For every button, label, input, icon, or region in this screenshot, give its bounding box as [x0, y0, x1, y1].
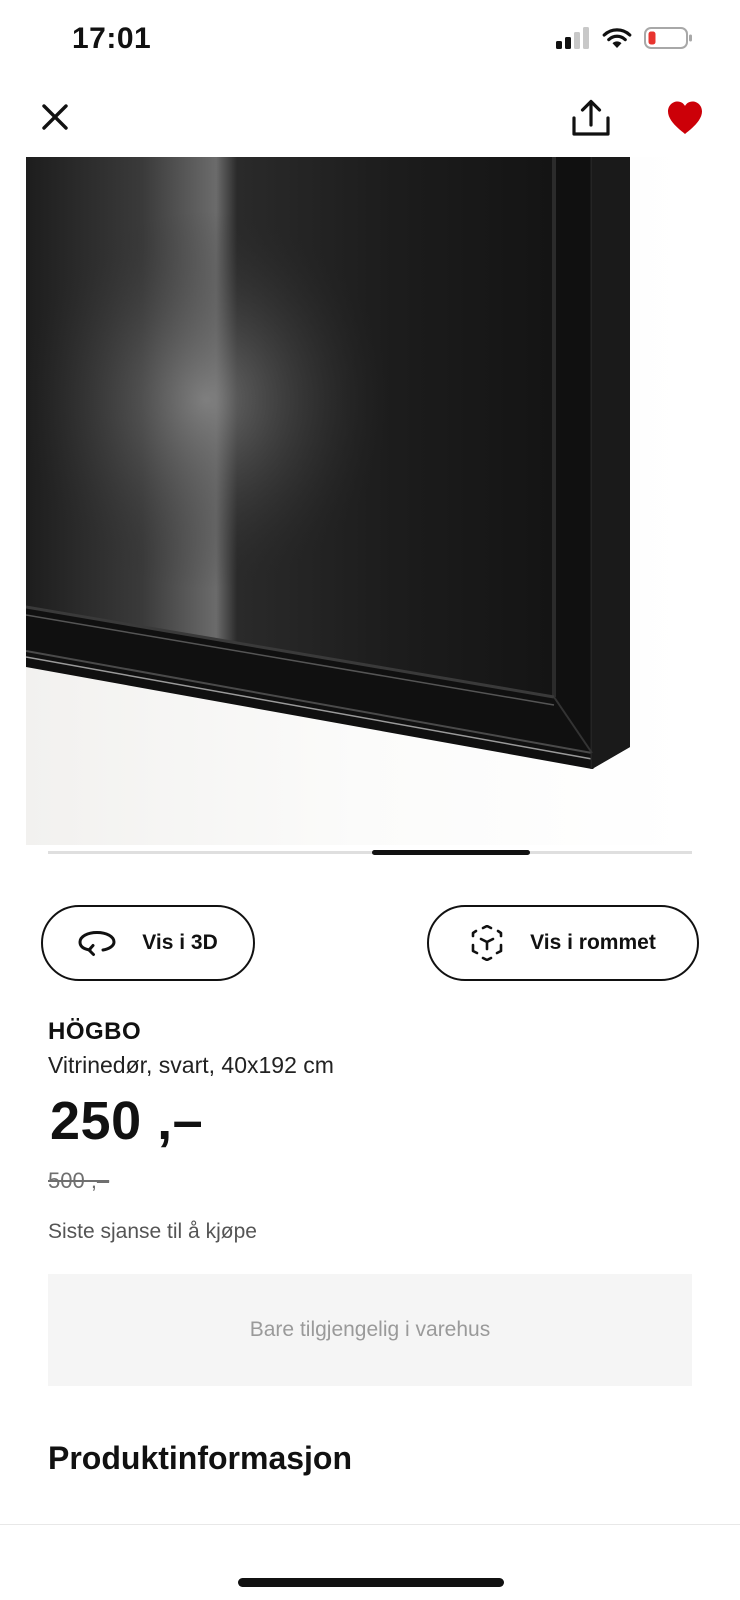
availability-button[interactable]: Bare tilgjengelig i varehus: [48, 1274, 692, 1386]
home-indicator[interactable]: [238, 1578, 504, 1587]
product-photo: [26, 157, 690, 845]
product-image[interactable]: [26, 157, 690, 845]
favorite-button[interactable]: [666, 100, 704, 136]
product-page: 17:01 Vis i 3D Vis i rommet HÖGBO Vitrin…: [0, 0, 740, 1600]
view-in-room-label: Vis i rommet: [530, 931, 656, 954]
last-chance-notice: Siste sjanse til å kjøpe: [48, 1220, 257, 1243]
share-button[interactable]: [570, 98, 612, 140]
heart-icon: [668, 101, 702, 134]
product-info-heading[interactable]: Produktinformasjon: [48, 1440, 352, 1477]
share-icon: [572, 99, 610, 136]
product-brand: HÖGBO: [48, 1018, 142, 1045]
rotate-3d-icon: [78, 930, 116, 956]
product-description: Vitrinedør, svart, 40x192 cm: [48, 1052, 334, 1078]
availability-label: Bare tilgjengelig i varehus: [249, 1318, 491, 1341]
cellular-signal-icon: [556, 27, 589, 49]
carousel-position-indicator[interactable]: [372, 850, 530, 855]
battery-low-icon: [644, 27, 692, 49]
status-icons: [556, 26, 694, 50]
divider: [0, 1524, 740, 1525]
close-button[interactable]: [38, 100, 72, 134]
wifi-icon: [602, 28, 632, 48]
product-price: 250 ,–: [50, 1091, 204, 1151]
view-in-room-button[interactable]: Vis i rommet: [427, 905, 699, 981]
ar-cube-icon: [471, 925, 503, 961]
carousel-track: [48, 851, 692, 854]
previous-price: 500 ,–: [48, 1168, 110, 1193]
close-icon: [42, 104, 68, 130]
status-time: 17:01: [72, 22, 152, 55]
view-3d-label: Vis i 3D: [142, 931, 218, 954]
view-3d-button[interactable]: Vis i 3D: [41, 905, 255, 981]
